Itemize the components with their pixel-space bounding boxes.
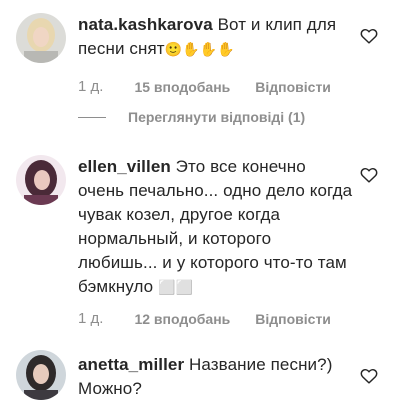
comment-text: ellen_villen Это все конечно очень печал… (78, 155, 354, 300)
username[interactable]: nata.kashkarova (78, 15, 213, 34)
heart-icon[interactable] (360, 368, 378, 384)
comment-text: nata.kashkarova Вот и клип для песни сня… (78, 13, 354, 62)
username[interactable]: ellen_villen (78, 157, 171, 176)
emoji: ⬜⬜ (158, 280, 194, 296)
heart-icon[interactable] (360, 28, 378, 44)
heart-icon[interactable] (360, 167, 378, 183)
avatar[interactable] (16, 13, 66, 63)
avatar[interactable] (16, 155, 66, 205)
comment-meta: 1 д. 12 вподобань Відповісти (78, 310, 331, 327)
view-replies-button[interactable]: Переглянути відповіді (1) (78, 109, 305, 125)
divider-line (78, 116, 106, 118)
comment-meta: 1 д. 15 вподобань Відповісти (78, 78, 331, 95)
comment-time[interactable]: 1 д. (78, 78, 103, 95)
reply-button[interactable]: Відповісти (255, 311, 331, 327)
username[interactable]: anetta_miller (78, 355, 184, 374)
comment-text: anetta_miller Название песни?) Можно? (78, 353, 354, 401)
reply-button[interactable]: Відповісти (255, 79, 331, 95)
comment-message: Это все конечно очень печально... одно д… (78, 157, 353, 296)
avatar[interactable] (16, 350, 66, 400)
emoji: 🙂✋✋✋ (164, 42, 235, 58)
likes-count[interactable]: 12 вподобань (134, 311, 230, 327)
comment-time[interactable]: 1 д. (78, 310, 103, 327)
likes-count[interactable]: 15 вподобань (134, 79, 230, 95)
view-replies-label: Переглянути відповіді (1) (128, 109, 306, 125)
